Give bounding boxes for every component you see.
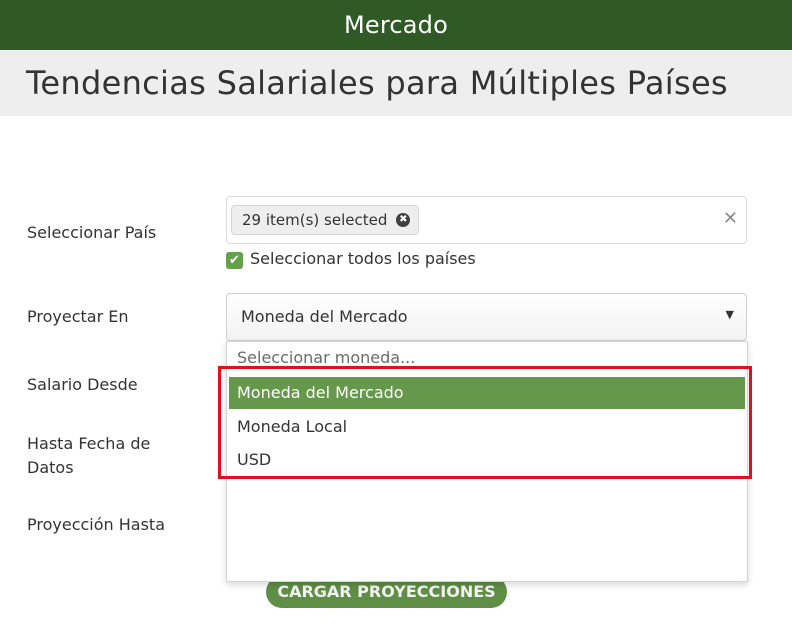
projection-until-label: Proyección Hasta	[27, 515, 165, 534]
country-label: Seleccionar País	[27, 223, 157, 242]
clear-selection-icon[interactable]: ✕	[723, 208, 738, 229]
page-title-bar: Tendencias Salariales para Múltiples Paí…	[0, 50, 792, 116]
dropdown-option-usd[interactable]: USD	[229, 444, 745, 476]
app-title: Mercado	[343, 11, 449, 39]
project-in-label: Proyectar En	[27, 307, 129, 326]
currency-select-value: Moneda del Mercado	[241, 307, 408, 326]
salary-from-label: Salario Desde	[27, 375, 138, 394]
selected-countries-chip: 29 item(s) selected ✖	[231, 205, 420, 235]
page-title: Tendencias Salariales para Múltiples Paí…	[26, 64, 728, 102]
select-all-countries-checkbox[interactable]: ✔	[226, 252, 243, 269]
data-date-label: Hasta Fecha de Datos	[27, 434, 151, 477]
currency-search-input[interactable]: Seleccionar moneda...	[227, 342, 747, 376]
option-label: Moneda Local	[237, 417, 348, 436]
chevron-down-icon[interactable]: ▼	[726, 308, 734, 321]
currency-dropdown: Seleccionar moneda... Moneda del Mercado…	[226, 341, 748, 582]
select-all-countries-label[interactable]: Seleccionar todos los países	[250, 249, 476, 268]
country-multiselect[interactable]: 29 item(s) selected ✖ ✕	[226, 196, 747, 244]
currency-select[interactable]: Moneda del Mercado ▼	[226, 293, 747, 341]
option-label: Moneda del Mercado	[237, 383, 404, 402]
currency-search-placeholder: Seleccionar moneda...	[237, 348, 416, 367]
dropdown-option-market-currency[interactable]: Moneda del Mercado	[229, 377, 745, 409]
chip-remove-icon[interactable]: ✖	[396, 213, 411, 227]
option-label: USD	[237, 450, 272, 469]
dropdown-option-local-currency[interactable]: Moneda Local	[229, 411, 745, 443]
chip-label: 29 item(s) selected	[242, 211, 388, 229]
app-header: Mercado	[0, 0, 792, 50]
